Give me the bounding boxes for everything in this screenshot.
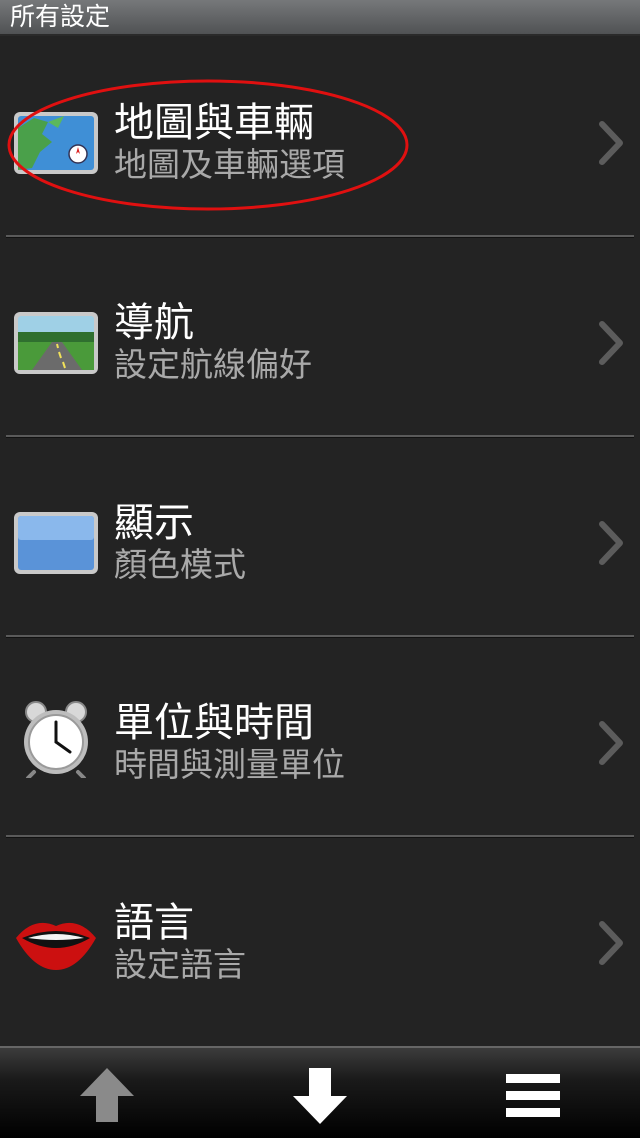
settings-screen: 所有設定 地圖與車輛 地圖及車輛選項 導航 設定航線偏好 顯示 顏色模式 單位與… — [0, 0, 640, 1138]
road-icon — [14, 312, 98, 374]
item-title: 顯示 — [114, 500, 194, 546]
lips-icon — [16, 922, 96, 970]
item-title: 單位與時間 — [114, 700, 314, 746]
chevron-right-icon — [599, 721, 623, 765]
settings-item-map-vehicle[interactable]: 地圖與車輛 地圖及車輛選項 — [0, 38, 640, 238]
settings-item-units-time[interactable]: 單位與時間 時間與測量單位 — [0, 638, 640, 838]
settings-item-display[interactable]: 顯示 顏色模式 — [0, 438, 640, 638]
scroll-up-arrow-icon[interactable] — [72, 1062, 142, 1128]
item-title: 語言 — [114, 900, 194, 946]
item-subtitle: 顏色模式 — [114, 545, 246, 584]
menu-icon[interactable] — [498, 1062, 568, 1128]
item-subtitle: 設定語言 — [114, 945, 246, 984]
item-subtitle: 設定航線偏好 — [114, 345, 312, 384]
display-icon — [14, 512, 98, 574]
chevron-right-icon — [599, 521, 623, 565]
chevron-right-icon — [599, 921, 623, 965]
page-title: 所有設定 — [10, 2, 111, 31]
bottom-toolbar — [0, 1046, 640, 1138]
map-icon — [14, 112, 98, 174]
chevron-right-icon — [599, 121, 623, 165]
chevron-right-icon — [599, 321, 623, 365]
settings-item-navigation[interactable]: 導航 設定航線偏好 — [0, 238, 640, 438]
item-subtitle: 時間與測量單位 — [114, 745, 345, 784]
item-subtitle: 地圖及車輛選項 — [114, 145, 345, 184]
alarm-clock-icon — [24, 701, 88, 778]
title-bar: 所有設定 — [0, 0, 640, 36]
scroll-down-arrow-icon[interactable] — [285, 1062, 355, 1128]
item-title: 導航 — [114, 300, 194, 346]
settings-item-language[interactable]: 語言 設定語言 — [0, 838, 640, 1038]
item-title: 地圖與車輛 — [114, 100, 314, 146]
